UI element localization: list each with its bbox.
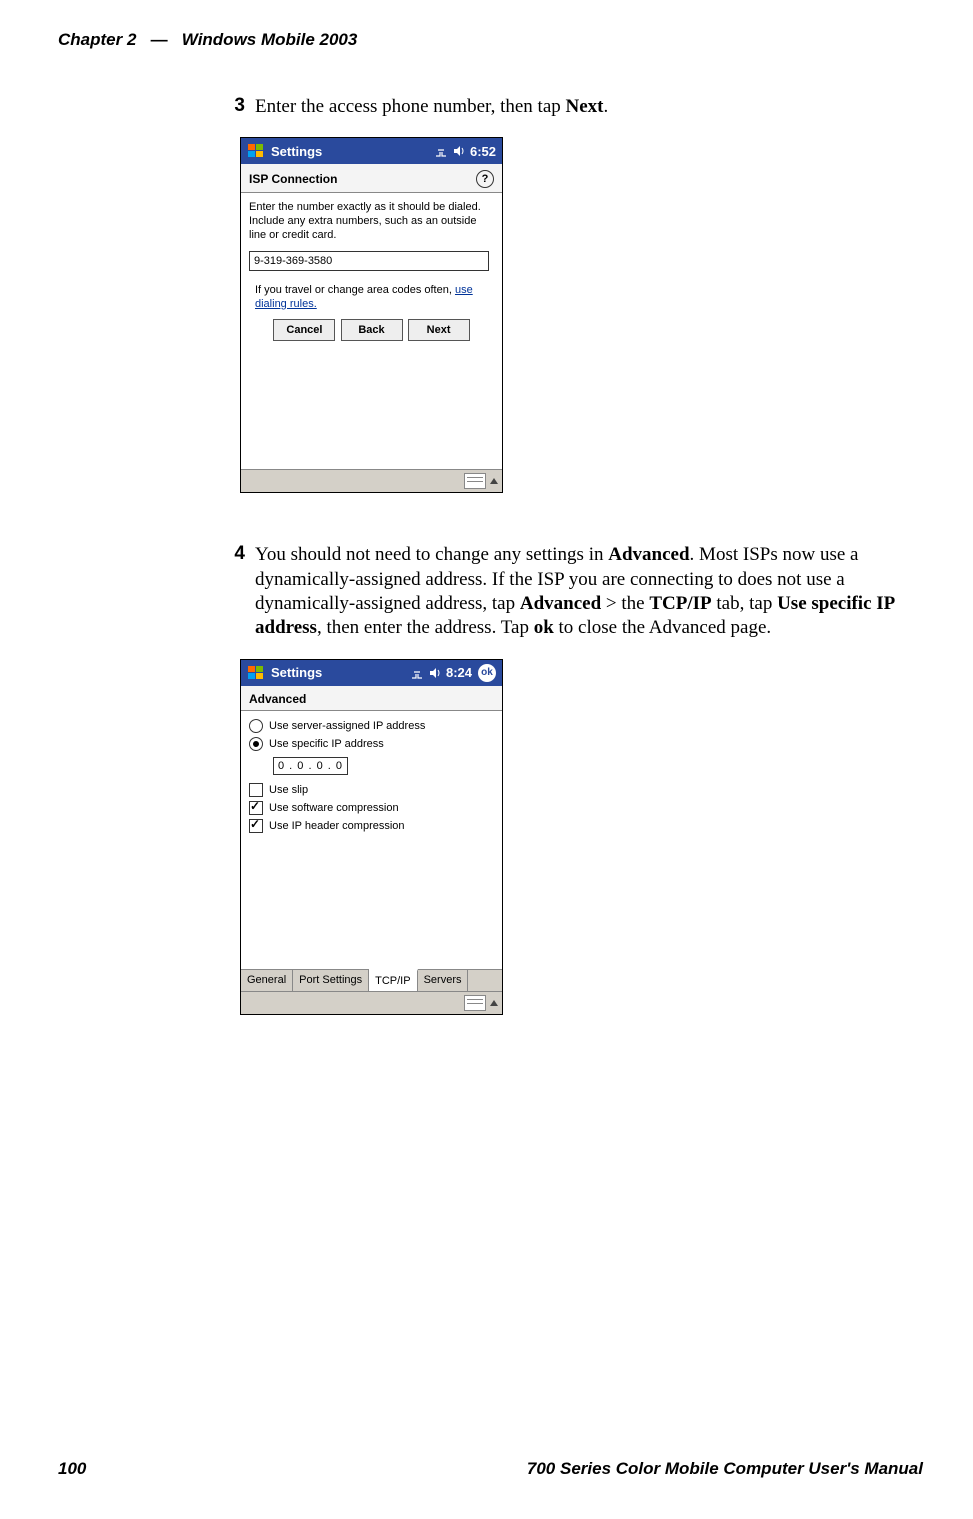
instruction-text: Enter the number exactly as it should be… [249, 201, 494, 242]
radio-icon [249, 719, 263, 733]
titlebar-time: 8:24 [446, 665, 472, 680]
tab-tcpip[interactable]: TCP/IP [369, 969, 417, 991]
checkbox-icon [249, 819, 263, 833]
step-3: 3 Enter the access phone number, then ta… [225, 95, 915, 119]
s4-b4: ok [534, 617, 554, 638]
s4-b1: Advanced [520, 593, 601, 614]
tab-port-settings[interactable]: Port Settings [293, 970, 369, 991]
start-flag-icon[interactable] [247, 664, 265, 682]
tab-servers[interactable]: Servers [418, 970, 469, 991]
connectivity-icon[interactable] [410, 666, 424, 680]
section-header: Advanced [241, 686, 502, 711]
checkbox-label: Use IP header compression [269, 820, 405, 832]
dialing-rules-hint: If you travel or change area codes often… [249, 283, 494, 312]
button-row: Cancel Back Next [249, 319, 494, 341]
ip-address-input[interactable]: 0 . 0 . 0 . 0 [273, 757, 348, 775]
chapter-label: Chapter 2 [58, 30, 136, 49]
titlebar: Settings 8:24 ok [241, 660, 502, 686]
ok-button[interactable]: ok [478, 664, 496, 682]
checkbox-icon [249, 801, 263, 815]
tab-bar: General Port Settings TCP/IP Servers [241, 969, 502, 991]
tab-general[interactable]: General [241, 970, 293, 991]
s4-t5: to close the Advanced page. [554, 617, 771, 638]
running-header: Chapter 2 — Windows Mobile 2003 [58, 30, 357, 50]
sip-arrow-icon[interactable] [490, 478, 498, 484]
titlebar: Settings 6:52 [241, 138, 502, 164]
step-4: 4 You should not need to change any sett… [225, 543, 915, 640]
back-button[interactable]: Back [341, 319, 403, 341]
titlebar-title: Settings [271, 665, 322, 680]
section-header: ISP Connection ? [241, 164, 502, 193]
next-button[interactable]: Next [408, 319, 470, 341]
s4-t4: , then enter the address. Tap [317, 617, 534, 638]
titlebar-time: 6:52 [470, 144, 496, 159]
checkbox-use-slip[interactable]: Use slip [249, 781, 494, 799]
s4-t2: > the [601, 593, 649, 614]
device-screenshot-advanced: Settings 8:24 ok Advanced Use server-ass… [240, 659, 503, 1015]
radio-specific-ip[interactable]: Use specific IP address [249, 735, 494, 753]
cancel-button[interactable]: Cancel [273, 319, 335, 341]
ip-address-row: 0 . 0 . 0 . 0 [273, 757, 494, 775]
radio-label: Use server-assigned IP address [269, 720, 425, 732]
step3-bold: Next [566, 96, 604, 117]
checkbox-label: Use software compression [269, 802, 399, 814]
page-content: 3 Enter the access phone number, then ta… [225, 95, 915, 1015]
s4-t0: You should not need to change any settin… [255, 544, 608, 565]
keyboard-icon[interactable] [464, 473, 486, 489]
step-number: 3 [225, 95, 255, 117]
device-body: Enter the number exactly as it should be… [241, 193, 502, 469]
help-icon[interactable]: ? [476, 170, 494, 188]
checkbox-label: Use slip [269, 784, 308, 796]
chapter-title: Windows Mobile 2003 [182, 30, 358, 49]
step3-text-a: Enter the access phone number, then tap [255, 96, 566, 117]
step-3-text: Enter the access phone number, then tap … [255, 95, 608, 119]
sip-arrow-icon[interactable] [490, 1000, 498, 1006]
connectivity-icon[interactable] [434, 144, 448, 158]
keyboard-icon[interactable] [464, 995, 486, 1011]
manual-title: 700 Series Color Mobile Computer User's … [527, 1459, 923, 1479]
checkbox-ip-header-compression[interactable]: Use IP header compression [249, 817, 494, 835]
section-title: ISP Connection [249, 172, 337, 186]
checkbox-icon [249, 783, 263, 797]
step3-text-b: . [604, 96, 609, 117]
s4-t3: tab, tap [712, 593, 777, 614]
radio-icon [249, 737, 263, 751]
sip-bar [241, 469, 502, 492]
hint-text: If you travel or change area codes often… [255, 284, 455, 296]
radio-label: Use specific IP address [269, 738, 384, 750]
checkbox-software-compression[interactable]: Use software compression [249, 799, 494, 817]
step-number: 4 [225, 543, 255, 565]
sip-bar [241, 991, 502, 1014]
speaker-icon[interactable] [428, 666, 442, 680]
step-4-text: You should not need to change any settin… [255, 543, 915, 640]
titlebar-title: Settings [271, 144, 322, 159]
start-flag-icon[interactable] [247, 142, 265, 160]
radio-server-assigned[interactable]: Use server-assigned IP address [249, 717, 494, 735]
section-title: Advanced [249, 692, 306, 706]
phone-number-input[interactable] [249, 251, 489, 271]
header-dash: — [141, 30, 177, 49]
device-body: Use server-assigned IP address Use speci… [241, 711, 502, 969]
page-number: 100 [58, 1459, 86, 1479]
s4-b2: TCP/IP [649, 593, 711, 614]
s4-b0: Advanced [608, 544, 689, 565]
device-screenshot-isp: Settings 6:52 ISP Connection ? Enter the… [240, 137, 503, 493]
speaker-icon[interactable] [452, 144, 466, 158]
